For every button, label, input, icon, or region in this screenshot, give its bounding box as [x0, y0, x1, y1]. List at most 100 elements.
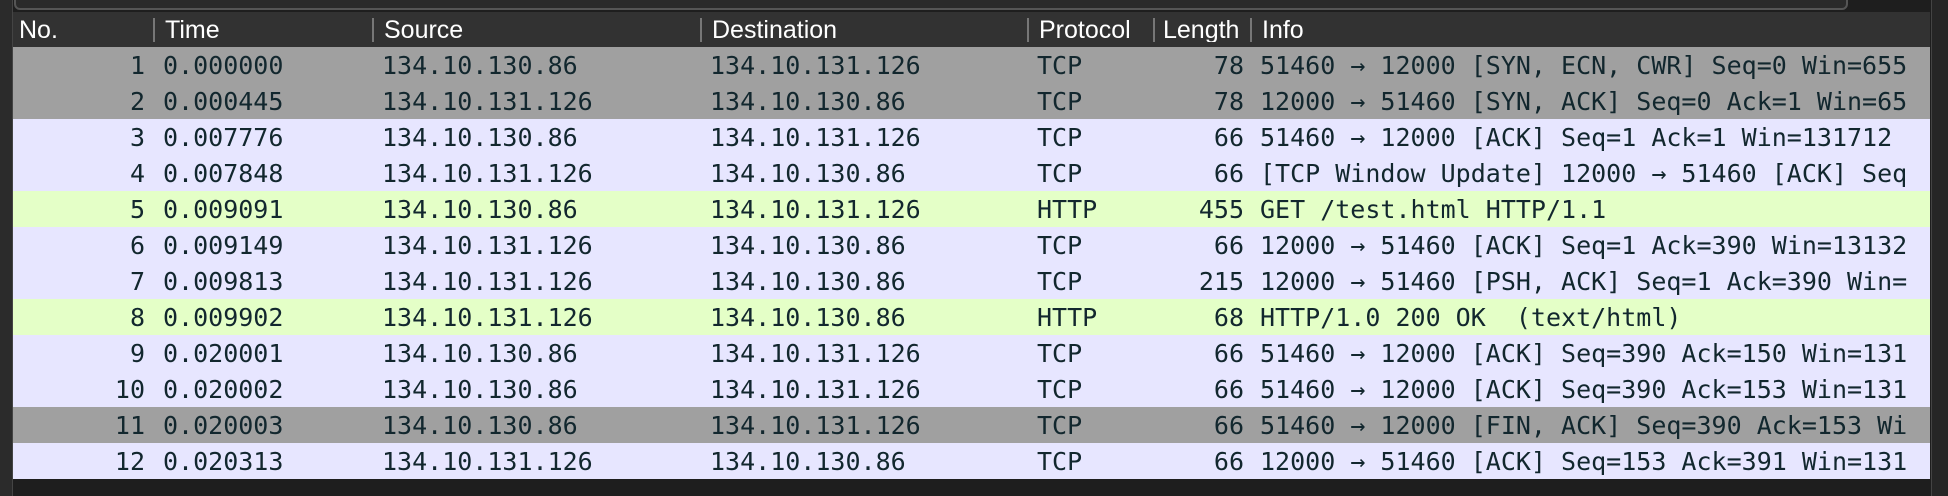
packet-info-cell: [TCP Window Update] 12000 → 51460 [ACK] … [1260, 158, 1908, 188]
packet-length-cell: 66 [1213, 446, 1244, 476]
packet-destination-cell: 134.10.130.86 [710, 158, 906, 188]
packet-info-cell: 12000 → 51460 [SYN, ACK] Seq=0 Ack=1 Win… [1260, 86, 1908, 116]
packet-info-cell: 51460 → 12000 [ACK] Seq=390 Ack=150 Win=… [1260, 338, 1908, 368]
packet-source-cell: 134.10.130.86 [382, 410, 578, 440]
packet-no-cell: 2 [129, 86, 145, 116]
packet-source-cell: 134.10.130.86 [382, 50, 578, 80]
packet-length-cell: 66 [1213, 122, 1244, 152]
packet-time-cell: 0.020001 [163, 338, 284, 368]
packet-row[interactable]: 9 0.020001 134.10.130.86 134.10.131.126 TCP 6… [13, 335, 1930, 371]
packet-time-cell: 0.009902 [163, 302, 284, 332]
display-filter-bar[interactable] [14, 0, 1848, 10]
packet-protocol-cell: HTTP [1037, 194, 1098, 224]
packet-no-cell: 10 [114, 374, 145, 404]
packet-info-cell: 12000 → 51460 [PSH, ACK] Seq=1 Ack=390 W… [1260, 266, 1908, 296]
packet-time-cell: 0.009091 [163, 194, 284, 224]
packet-source-cell: 134.10.131.126 [382, 230, 593, 260]
packet-info-cell: 51460 → 12000 [ACK] Seq=1 Ack=1 Win=1317… [1260, 122, 1893, 152]
packet-source-cell: 134.10.130.86 [382, 194, 578, 224]
packet-no-cell: 7 [129, 266, 145, 296]
packet-destination-cell: 134.10.130.86 [710, 266, 906, 296]
packet-rows: 1 0.000000 134.10.130.86 134.10.131.126 TCP 7… [13, 47, 1930, 479]
column-header-source[interactable]: Source [372, 17, 700, 42]
packet-protocol-cell: TCP [1037, 122, 1083, 152]
packet-protocol-cell: TCP [1037, 230, 1083, 260]
packet-length-cell: 78 [1213, 50, 1244, 80]
packet-length-cell: 455 [1198, 194, 1244, 224]
packet-source-cell: 134.10.130.86 [382, 374, 578, 404]
packet-length-cell: 66 [1213, 338, 1244, 368]
packet-info-cell: GET /test.html HTTP/1.1 [1260, 194, 1607, 224]
right-panel-edge [1931, 0, 1948, 496]
packet-row[interactable]: 4 0.007848 134.10.131.126 134.10.130.86 TCP 6… [13, 155, 1930, 191]
packet-time-cell: 0.020002 [163, 374, 284, 404]
packet-no-cell: 11 [114, 410, 145, 440]
column-header-destination[interactable]: Destination [700, 17, 1027, 42]
packet-destination-cell: 134.10.130.86 [710, 446, 906, 476]
column-header-no[interactable]: No. [13, 18, 153, 42]
packet-list-footer [13, 479, 1930, 496]
packet-destination-cell: 134.10.130.86 [710, 302, 906, 332]
packet-protocol-cell: TCP [1037, 86, 1083, 116]
left-panel-edge [0, 0, 13, 496]
packet-protocol-cell: HTTP [1037, 302, 1098, 332]
packet-no-cell: 3 [129, 122, 145, 152]
packet-row[interactable]: 8 0.009902 134.10.131.126 134.10.130.86 HTTP… [13, 299, 1930, 335]
packet-info-cell: 51460 → 12000 [ACK] Seq=390 Ack=153 Win=… [1260, 374, 1908, 404]
packet-source-cell: 134.10.131.126 [382, 302, 593, 332]
column-header-time[interactable]: Time [153, 17, 372, 42]
packet-time-cell: 0.020313 [163, 446, 284, 476]
packet-row[interactable]: 12 0.020313 134.10.131.126 134.10.130.86 TCP… [13, 443, 1930, 479]
packet-row[interactable]: 6 0.009149 134.10.131.126 134.10.130.86 TCP 6… [13, 227, 1930, 263]
column-header-length[interactable]: Length [1153, 17, 1250, 42]
packet-length-cell: 68 [1213, 302, 1244, 332]
packet-time-cell: 0.020003 [163, 410, 284, 440]
column-header-info[interactable]: Info [1250, 17, 1930, 42]
packet-no-cell: 4 [129, 158, 145, 188]
packet-row[interactable]: 5 0.009091 134.10.130.86 134.10.131.126 HTTP… [13, 191, 1930, 227]
packet-length-cell: 66 [1213, 374, 1244, 404]
packet-time-cell: 0.007776 [163, 122, 284, 152]
packet-destination-cell: 134.10.131.126 [710, 410, 921, 440]
column-header-protocol[interactable]: Protocol [1027, 17, 1153, 42]
packet-row[interactable]: 11 0.020003 134.10.130.86 134.10.131.126 TCP… [13, 407, 1930, 443]
packet-protocol-cell: TCP [1037, 266, 1083, 296]
packet-info-cell: 12000 → 51460 [ACK] Seq=1 Ack=390 Win=13… [1260, 230, 1908, 260]
packet-source-cell: 134.10.131.126 [382, 446, 593, 476]
packet-destination-cell: 134.10.131.126 [710, 374, 921, 404]
packet-no-cell: 9 [129, 338, 145, 368]
packet-no-cell: 12 [114, 446, 145, 476]
packet-no-cell: 5 [129, 194, 145, 224]
packet-row[interactable]: 3 0.007776 134.10.130.86 134.10.131.126 TCP 6… [13, 119, 1930, 155]
packet-list: No. Time Source Destination Protocol Len… [13, 12, 1930, 479]
packet-length-cell: 215 [1198, 266, 1244, 296]
packet-no-cell: 8 [129, 302, 145, 332]
packet-time-cell: 0.009149 [163, 230, 284, 260]
packet-source-cell: 134.10.130.86 [382, 122, 578, 152]
packet-protocol-cell: TCP [1037, 158, 1083, 188]
packet-row[interactable]: 7 0.009813 134.10.131.126 134.10.130.86 TCP 2… [13, 263, 1930, 299]
packet-length-cell: 66 [1213, 410, 1244, 440]
packet-destination-cell: 134.10.131.126 [710, 50, 921, 80]
packet-info-cell: 51460 → 12000 [FIN, ACK] Seq=390 Ack=153… [1260, 410, 1908, 440]
packet-time-cell: 0.007848 [163, 158, 284, 188]
packet-protocol-cell: TCP [1037, 338, 1083, 368]
packet-time-cell: 0.000445 [163, 86, 284, 116]
packet-time-cell: 0.000000 [163, 50, 284, 80]
packet-row[interactable]: 1 0.000000 134.10.130.86 134.10.131.126 TCP 7… [13, 47, 1930, 83]
packet-destination-cell: 134.10.130.86 [710, 86, 906, 116]
packet-length-cell: 66 [1213, 158, 1244, 188]
packet-row[interactable]: 10 0.020002 134.10.130.86 134.10.131.126 TCP… [13, 371, 1930, 407]
packet-destination-cell: 134.10.131.126 [710, 122, 921, 152]
packet-info-cell: 51460 → 12000 [SYN, ECN, CWR] Seq=0 Win=… [1260, 50, 1908, 80]
packet-no-cell: 6 [129, 230, 145, 260]
packet-row[interactable]: 2 0.000445 134.10.131.126 134.10.130.86 TCP 7… [13, 83, 1930, 119]
packet-source-cell: 134.10.131.126 [382, 86, 593, 116]
packet-destination-cell: 134.10.131.126 [710, 338, 921, 368]
packet-protocol-cell: TCP [1037, 374, 1083, 404]
packet-source-cell: 134.10.131.126 [382, 266, 593, 296]
packet-length-cell: 66 [1213, 230, 1244, 260]
packet-source-cell: 134.10.131.126 [382, 158, 593, 188]
packet-protocol-cell: TCP [1037, 410, 1083, 440]
packet-length-cell: 78 [1213, 86, 1244, 116]
